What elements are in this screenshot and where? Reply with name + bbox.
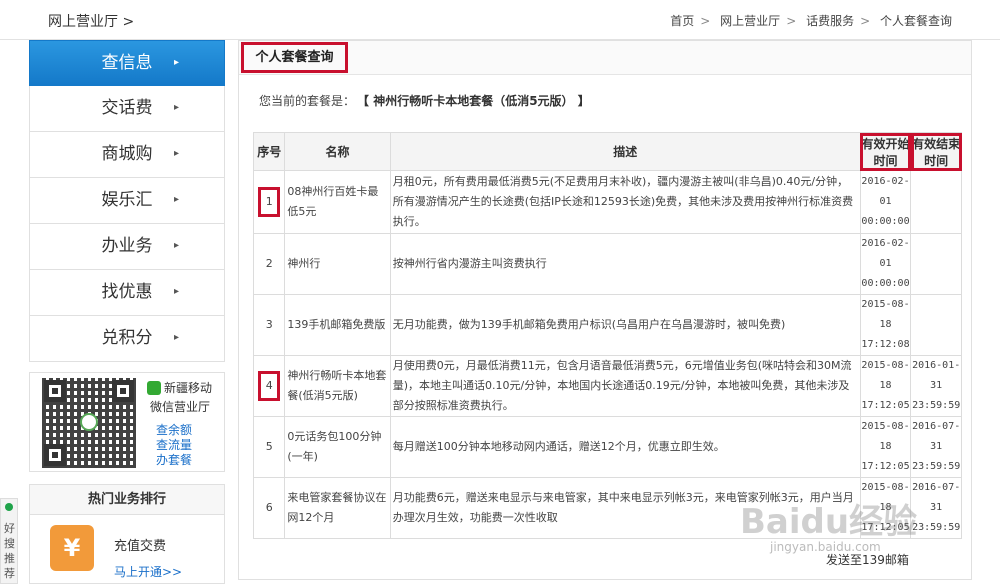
wechat-icon: [147, 381, 161, 395]
breadcrumb-hall[interactable]: 网上营业厅: [720, 14, 780, 28]
row-start: 2015-08-18 17:12:05: [859, 416, 912, 478]
row-no: 5: [252, 416, 286, 478]
row-end: 2016-07-31 23:59:59: [910, 477, 962, 539]
current-plan: 您当前的套餐是：【 神州行畅听卡本地套餐（低消5元版） 】: [259, 94, 590, 108]
row-desc: 按神州行省内漫游主叫资费执行: [389, 233, 861, 295]
col-header-desc: 描述: [389, 132, 861, 171]
wechat-hall: 微信营业厅: [150, 400, 211, 414]
chevron-right-icon: ▸: [174, 286, 180, 297]
panel-header: 个人套餐查询: [239, 41, 971, 75]
sidebar-item-shop[interactable]: 商城购 ▸: [29, 132, 225, 178]
chevron-right-icon: ▸: [174, 332, 180, 343]
breadcrumb: 首页 > 网上营业厅 > 话费服务 > 个人套餐查询: [670, 14, 952, 28]
sidebar-item-points[interactable]: 兑积分 ▸: [29, 316, 225, 362]
row-name: 神州行畅听卡本地套餐(低消5元版): [284, 355, 391, 417]
row-start: 2015-08-18 17:12:05: [859, 355, 912, 417]
row-desc: 每月赠送100分钟本地移动网内通话，赠送12个月，优惠立即生效。: [389, 416, 861, 478]
row-start: 2016-02-01 00:00:00: [859, 233, 912, 295]
row-end: [910, 233, 962, 295]
col-header-no: 序号: [252, 132, 286, 171]
hot-service-name[interactable]: 充值交费: [114, 535, 166, 554]
page-title: 个人套餐查询: [241, 42, 348, 73]
table-row: 1 08神州行百姓卡最低5元 月租0元，所有费用最低消费5元(不足费用月末补收)…: [252, 170, 962, 234]
recharge-icon: ¥: [50, 525, 94, 571]
row-desc: 月使用费0元，月最低消费11元，包含月语音最低消费5元，6元增值业务包(咪咕特会…: [389, 355, 861, 417]
row-no: 6: [252, 477, 286, 539]
chevron-right-icon: ▸: [174, 102, 180, 113]
col-header-end: 有效结束时间: [910, 132, 962, 171]
status-dot-icon: [5, 503, 13, 511]
sidebar-item-info[interactable]: 查信息 ▸: [29, 40, 225, 86]
qr-code-image: [42, 378, 136, 468]
table-row: 4 神州行畅听卡本地套餐(低消5元版) 月使用费0元，月最低消费11元，包含月语…: [252, 355, 962, 417]
table-row: 3 139手机邮箱免费版 无月功能费，做为139手机邮箱免费用户标识(乌昌用户在…: [252, 294, 962, 356]
top-bar: 网上营业厅 > 首页 > 网上营业厅 > 话费服务 > 个人套餐查询: [0, 0, 1000, 40]
sidebar-item-offers[interactable]: 找优惠 ▸: [29, 270, 225, 316]
link-order-plan[interactable]: 办套餐: [156, 451, 192, 468]
send-to-139-mail-link[interactable]: 发送至139邮箱: [826, 551, 909, 568]
row-start: 2015-08-18 17:12:08: [859, 294, 912, 356]
row-name: 神州行: [284, 233, 391, 295]
sidebar-item-fun[interactable]: 娱乐汇 ▸: [29, 178, 225, 224]
row-no: 1: [258, 187, 281, 217]
row-no: 4: [258, 371, 281, 401]
row-end: 2016-01-31 23:59:59: [910, 355, 962, 417]
row-end: [910, 294, 962, 356]
table-header-row: 序号 名称 描述 有效开始时间 有效结束时间: [252, 132, 962, 171]
wechat-qr-panel: 新疆移动 微信营业厅 查余额 查流量 办套餐: [29, 372, 225, 472]
col-header-name: 名称: [284, 132, 391, 171]
row-no: 3: [252, 294, 286, 356]
row-end: 2016-07-31 23:59:59: [910, 416, 962, 478]
chevron-right-icon: ▸: [174, 194, 180, 205]
sidebar-menu: 查信息 ▸ 交话费 ▸ 商城购 ▸ 娱乐汇 ▸ 办业务 ▸ 找优惠 ▸ 兑积分 ▸: [29, 40, 225, 362]
chevron-right-icon: ▸: [174, 148, 180, 159]
chevron-right-icon: ▸: [174, 57, 180, 68]
row-end: [910, 170, 962, 234]
chevron-right-icon: ▸: [174, 240, 180, 251]
current-plan-value: 【 神州行畅听卡本地套餐（低消5元版） 】: [363, 94, 590, 108]
hot-services-panel: 热门业务排行 ¥ 充值交费 马上开通>>: [29, 484, 225, 584]
row-name: 来电管家套餐协议在网12个月: [284, 477, 391, 539]
breadcrumb-current: 个人套餐查询: [879, 14, 952, 28]
hot-services-title: 热门业务排行: [30, 485, 224, 515]
haosou-recommend-tab[interactable]: 好搜推荐: [0, 498, 18, 584]
hot-service-link[interactable]: 马上开通>>: [114, 563, 182, 580]
page-section-title[interactable]: 网上营业厅 >: [48, 11, 134, 31]
row-name: 0元话务包100分钟(一年): [284, 416, 391, 478]
watermark-logo: Baidu经验: [740, 502, 918, 542]
wechat-brand: 新疆移动: [164, 381, 213, 395]
breadcrumb-home[interactable]: 首页: [670, 14, 694, 28]
table-row: 2 神州行 按神州行省内漫游主叫资费执行 2016-02-01 00:00:00: [252, 233, 962, 295]
row-start: 2016-02-01 00:00:00: [859, 170, 912, 234]
breadcrumb-billing[interactable]: 话费服务: [806, 14, 854, 28]
row-no: 2: [252, 233, 286, 295]
table-row: 5 0元话务包100分钟(一年) 每月赠送100分钟本地移动网内通话，赠送12个…: [252, 416, 962, 478]
row-desc: 月租0元，所有费用最低消费5元(不足费用月末补收)，疆内漫游主被叫(非乌昌)0.…: [389, 170, 861, 234]
sidebar-item-pay[interactable]: 交话费 ▸: [29, 86, 225, 132]
sidebar-item-service[interactable]: 办业务 ▸: [29, 224, 225, 270]
plan-table: 序号 名称 描述 有效开始时间 有效结束时间 1 08神州行百姓卡最低5元 月租…: [252, 132, 962, 539]
row-name: 139手机邮箱免费版: [284, 294, 391, 356]
row-desc: 无月功能费，做为139手机邮箱免费用户标识(乌昌用户在乌昌漫游时，被叫免费): [389, 294, 861, 356]
row-name: 08神州行百姓卡最低5元: [284, 170, 391, 234]
col-header-start: 有效开始时间: [859, 132, 912, 171]
